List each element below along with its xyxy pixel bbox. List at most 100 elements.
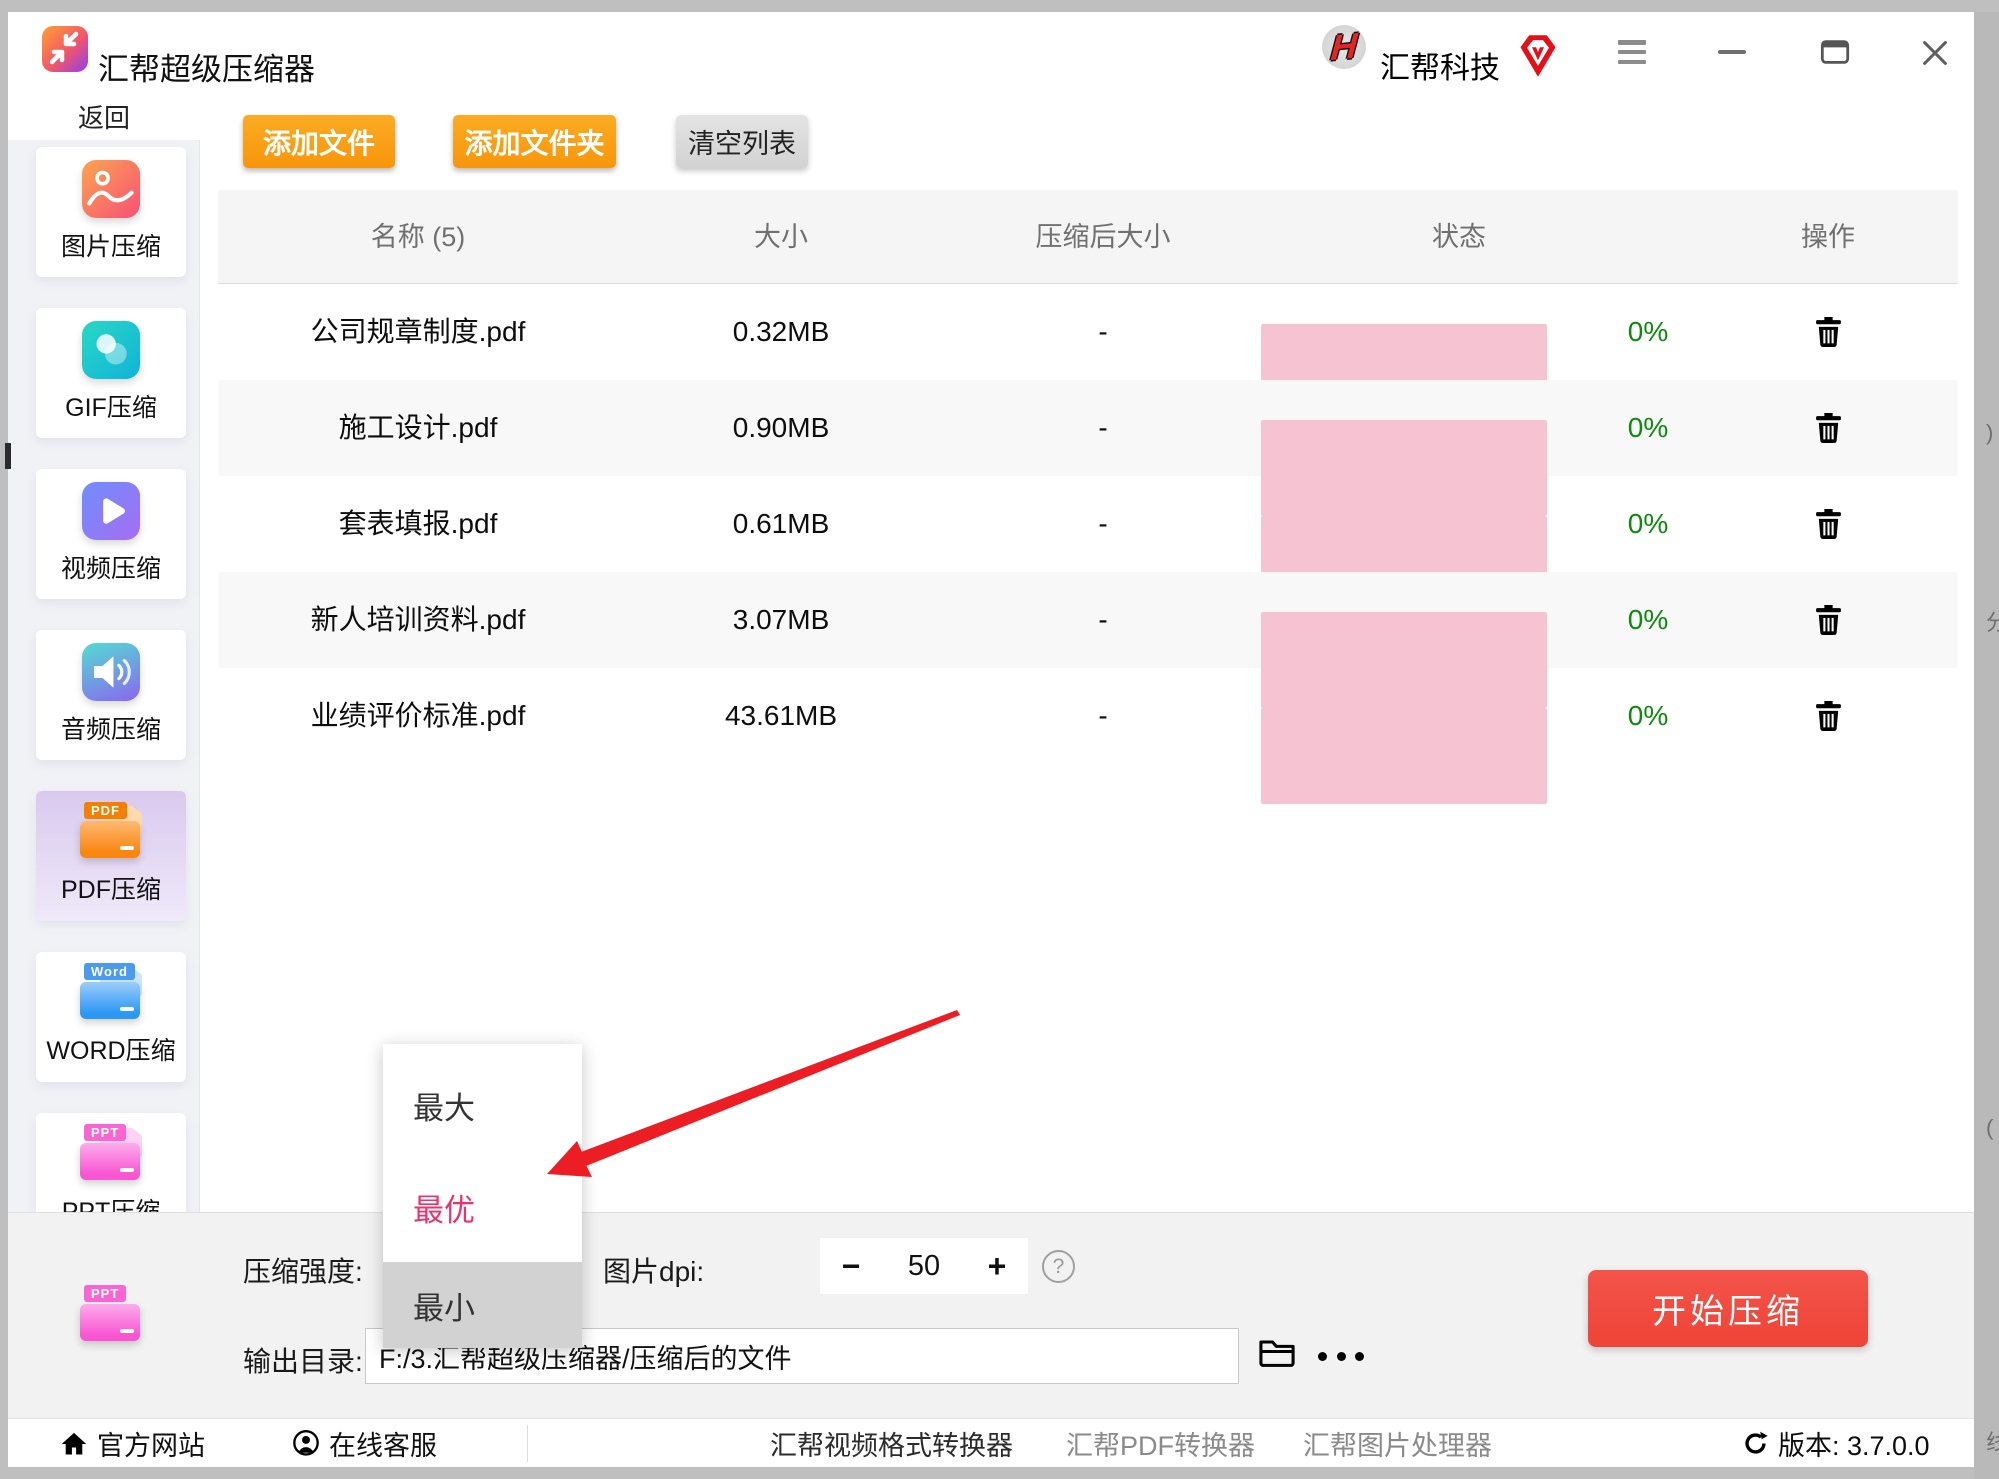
folder-tag: PPT bbox=[84, 1285, 126, 1302]
official-site-label: 官方网站 bbox=[97, 1424, 205, 1463]
edge-fragment: ( bbox=[1986, 1115, 1993, 1141]
compressed-size: - bbox=[1003, 284, 1203, 380]
sidebar-item-label: 图片压缩 bbox=[61, 227, 161, 263]
sidebar-item-image-compress[interactable]: 图片压缩 bbox=[36, 147, 186, 277]
ppt-compress-icon: PPT bbox=[79, 1123, 143, 1183]
home-icon bbox=[60, 1430, 88, 1458]
table-row: 业绩评价标准.pdf 43.61MB - 0% bbox=[218, 668, 1958, 764]
file-size: 0.32MB bbox=[681, 284, 881, 380]
sidebar-item-label: WORD压缩 bbox=[46, 1031, 175, 1067]
add-folder-button[interactable]: 添加文件夹 bbox=[453, 115, 616, 168]
table-row: 公司规章制度.pdf 0.32MB - 0% bbox=[218, 284, 1958, 380]
file-name: 套表填报.pdf bbox=[218, 476, 618, 572]
table-row: 套表填报.pdf 0.61MB - 0% bbox=[218, 476, 1958, 572]
progress-percent: 0% bbox=[1598, 476, 1698, 572]
word-compress-icon: Word bbox=[79, 962, 143, 1022]
trash-icon bbox=[1815, 413, 1842, 444]
delete-file-button[interactable] bbox=[1803, 380, 1853, 476]
column-header-action: 操作 bbox=[1778, 190, 1878, 284]
screen-edge-strip: ) 分 ( 线 bbox=[1974, 12, 1999, 1479]
file-name: 新人培训资料.pdf bbox=[218, 572, 618, 668]
table-row: 施工设计.pdf 0.90MB - 0% bbox=[218, 380, 1958, 476]
table-row: 新人培训资料.pdf 3.07MB - 0% bbox=[218, 572, 1958, 668]
file-size: 0.90MB bbox=[681, 380, 881, 476]
sidebar-item-label: 视频压缩 bbox=[61, 549, 161, 585]
video-converter-link[interactable]: 汇帮视频格式转换器 bbox=[770, 1419, 1013, 1468]
online-support-link[interactable]: 在线客服 bbox=[292, 1419, 437, 1468]
sidebar-item-label: GIF压缩 bbox=[65, 388, 157, 424]
trash-icon bbox=[1815, 605, 1842, 636]
sidebar-item-label: PDF压缩 bbox=[61, 870, 161, 906]
column-header-compressed-size: 压缩后大小 bbox=[1003, 190, 1203, 284]
official-site-link[interactable]: 官方网站 bbox=[60, 1419, 205, 1468]
dpi-value[interactable]: 50 bbox=[882, 1250, 966, 1283]
pdf-converter-link[interactable]: 汇帮PDF转换器 bbox=[1066, 1419, 1255, 1468]
minimize-icon[interactable] bbox=[1718, 50, 1746, 54]
trash-icon bbox=[1815, 701, 1842, 732]
dpi-increase-button[interactable]: + bbox=[966, 1248, 1028, 1285]
output-dir-label: 输出目录: bbox=[243, 1340, 363, 1380]
option-best[interactable]: 最优 bbox=[383, 1164, 582, 1250]
back-button[interactable]: 返回 bbox=[8, 92, 200, 140]
column-header-name: 名称 (5) bbox=[218, 190, 618, 284]
file-name: 公司规章制度.pdf bbox=[218, 284, 618, 380]
strength-dropdown-menu: 最大 最优 最小 bbox=[383, 1044, 582, 1348]
footer-divider bbox=[527, 1425, 528, 1462]
sidebar-item-gif-compress[interactable]: GIF压缩 bbox=[36, 308, 186, 438]
progress-percent: 0% bbox=[1598, 284, 1698, 380]
edge-fragment: 线 bbox=[1986, 1425, 1999, 1457]
browse-folder-icon[interactable] bbox=[1258, 1336, 1296, 1372]
trash-icon bbox=[1815, 509, 1842, 540]
online-support-label: 在线客服 bbox=[329, 1424, 437, 1463]
image-processor-link[interactable]: 汇帮图片处理器 bbox=[1303, 1419, 1492, 1468]
help-icon[interactable]: ? bbox=[1042, 1250, 1075, 1283]
verified-badge-icon bbox=[1518, 33, 1558, 84]
file-size: 3.07MB bbox=[681, 572, 881, 668]
version-info: 版本: 3.7.0.0 bbox=[1742, 1419, 1930, 1468]
progress-percent: 0% bbox=[1598, 572, 1698, 668]
clear-list-button[interactable]: 清空列表 bbox=[676, 115, 808, 168]
version-label: 版本: 3.7.0.0 bbox=[1778, 1424, 1930, 1463]
delete-file-button[interactable] bbox=[1803, 572, 1853, 668]
maximize-icon[interactable] bbox=[1820, 38, 1850, 71]
progress-percent: 0% bbox=[1598, 380, 1698, 476]
start-compress-button[interactable]: 开始压缩 bbox=[1588, 1270, 1868, 1347]
option-max[interactable]: 最大 bbox=[383, 1062, 582, 1148]
sidebar-item-pdf-compress[interactable]: PDF PDF压缩 bbox=[36, 791, 186, 921]
audio-compress-icon bbox=[82, 643, 140, 701]
sidebar-item-word-compress[interactable]: Word WORD压缩 bbox=[36, 952, 186, 1082]
progress-bar bbox=[1261, 708, 1547, 804]
folder-tag: PPT bbox=[84, 1124, 126, 1141]
dpi-stepper: − 50 + bbox=[820, 1238, 1028, 1294]
more-options-icon[interactable] bbox=[1318, 1352, 1364, 1361]
compressed-size: - bbox=[1003, 572, 1203, 668]
brand-logo-icon: H bbox=[1322, 25, 1366, 69]
image-compress-icon bbox=[82, 160, 140, 218]
file-name: 施工设计.pdf bbox=[218, 380, 618, 476]
file-size: 43.61MB bbox=[681, 668, 881, 764]
customer-service-icon bbox=[292, 1430, 320, 1458]
sidebar-item-video-compress[interactable]: 视频压缩 bbox=[36, 469, 186, 599]
titlebar: 汇帮超级压缩器 H 汇帮科技 bbox=[8, 12, 1974, 92]
column-header-status: 状态 bbox=[1359, 190, 1559, 284]
table-header: 名称 (5) 大小 压缩后大小 状态 操作 bbox=[218, 190, 1958, 284]
add-file-button[interactable]: 添加文件 bbox=[243, 115, 395, 168]
video-compress-icon bbox=[82, 482, 140, 540]
pdf-compress-icon: PDF bbox=[79, 801, 143, 861]
file-name: 业绩评价标准.pdf bbox=[218, 668, 618, 764]
delete-file-button[interactable] bbox=[1803, 668, 1853, 764]
edge-fragment: ) bbox=[1986, 420, 1993, 446]
sidebar-item-audio-compress[interactable]: 音频压缩 bbox=[36, 630, 186, 760]
edge-fragment: 分 bbox=[1986, 605, 1999, 637]
option-min[interactable]: 最小 bbox=[383, 1262, 582, 1348]
delete-file-button[interactable] bbox=[1803, 284, 1853, 380]
edge-artifact bbox=[5, 443, 11, 469]
compress-strength-label: 压缩强度: bbox=[243, 1250, 363, 1290]
sidebar-item-label: 音频压缩 bbox=[61, 710, 161, 746]
delete-file-button[interactable] bbox=[1803, 476, 1853, 572]
dpi-decrease-button[interactable]: − bbox=[820, 1248, 882, 1285]
trash-icon bbox=[1815, 317, 1842, 348]
close-icon[interactable] bbox=[1920, 38, 1950, 73]
file-size: 0.61MB bbox=[681, 476, 881, 572]
menu-icon[interactable] bbox=[1618, 40, 1646, 64]
